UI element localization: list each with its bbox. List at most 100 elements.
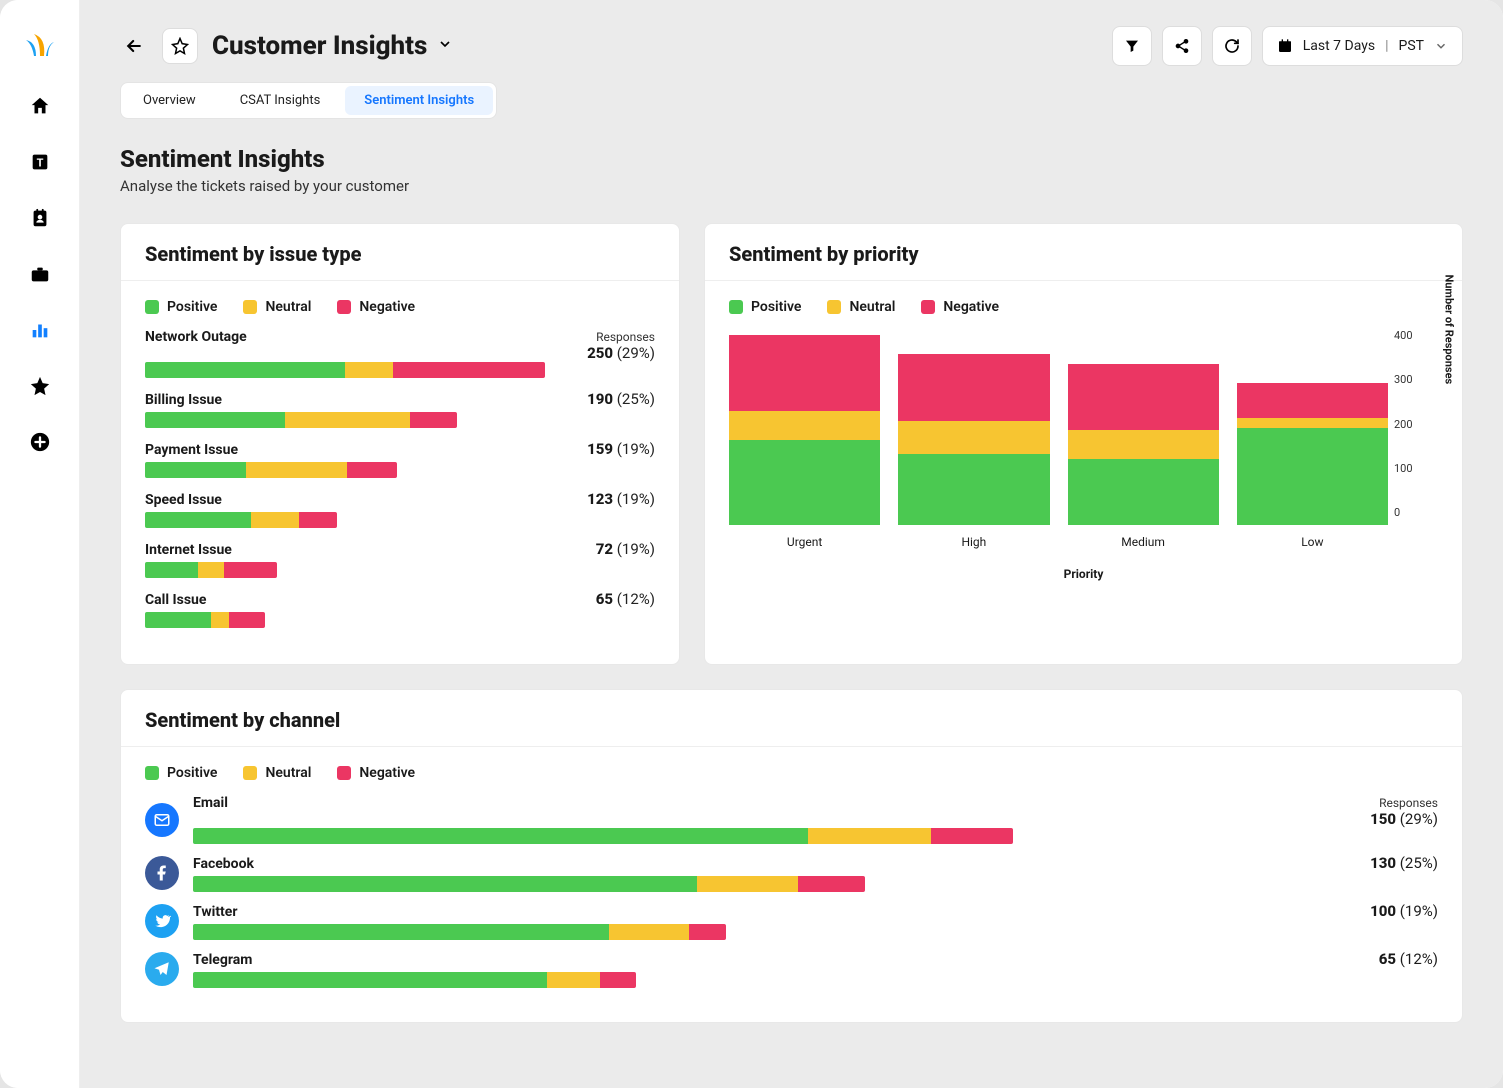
- bar-positive: [193, 828, 808, 844]
- channel-row: Twitter100 (19%): [145, 902, 1438, 940]
- responses-label: Responses: [1370, 796, 1438, 810]
- nav-home-icon[interactable]: [28, 94, 52, 118]
- telegram-icon: [145, 952, 179, 986]
- card-title: Sentiment by channel: [145, 708, 1438, 732]
- svg-text:T: T: [36, 157, 43, 170]
- title-chevron-icon[interactable]: [437, 36, 453, 56]
- issue-row: Billing Issue190 (25%): [145, 390, 655, 428]
- bar-negative: [689, 924, 726, 940]
- tab-csat-insights[interactable]: CSAT Insights: [218, 83, 343, 118]
- issue-value: 123 (19%): [587, 490, 655, 508]
- top-left: Customer Insights: [120, 28, 453, 64]
- sentiment-by-issue-card: Sentiment by issue type PositiveNeutralN…: [120, 223, 680, 665]
- issue-bar: [145, 512, 337, 528]
- tab-bar: OverviewCSAT InsightsSentiment Insights: [120, 82, 497, 119]
- nav-text-icon[interactable]: T: [28, 150, 52, 174]
- channel-bar: [193, 876, 865, 892]
- share-button[interactable]: [1162, 26, 1202, 66]
- swatch-positive: [729, 300, 743, 314]
- channel-bar: [193, 972, 636, 988]
- nav-briefcase-icon[interactable]: [28, 262, 52, 286]
- legend-negative: Negative: [337, 299, 415, 315]
- legend-negative: Negative: [921, 299, 999, 315]
- section-title: Sentiment Insights: [120, 145, 1463, 173]
- legend-neutral: Neutral: [827, 299, 895, 315]
- bar-positive: [145, 512, 251, 528]
- legend-positive: Positive: [145, 765, 217, 781]
- bar-neutral: [609, 924, 689, 940]
- swatch-positive: [145, 766, 159, 780]
- issue-row: Internet Issue72 (19%): [145, 540, 655, 578]
- y-tick: 200: [1394, 418, 1413, 431]
- responses-label: Responses: [587, 330, 655, 344]
- issue-value: 72 (19%): [596, 540, 655, 558]
- issue-row: Speed Issue123 (19%): [145, 490, 655, 528]
- legend-positive: Positive: [729, 299, 801, 315]
- issue-name: Payment Issue: [145, 442, 238, 458]
- legend-negative: Negative: [337, 765, 415, 781]
- channel-value: 150 (29%): [1370, 810, 1438, 828]
- bar-negative: [931, 828, 1013, 844]
- card-title: Sentiment by priority: [729, 242, 1438, 266]
- priority-column: High: [898, 354, 1049, 549]
- tab-overview[interactable]: Overview: [121, 83, 218, 118]
- favorite-button[interactable]: [162, 28, 198, 64]
- swatch-positive: [145, 300, 159, 314]
- bar-neutral: [251, 512, 299, 528]
- nav-chart-icon[interactable]: [28, 318, 52, 342]
- tab-sentiment-insights[interactable]: Sentiment Insights: [345, 86, 493, 115]
- issue-bar: [145, 612, 265, 628]
- calendar-icon: [1277, 38, 1293, 54]
- bar-neutral: [697, 876, 798, 892]
- priority-column: Low: [1237, 383, 1388, 550]
- channel-name: Email: [193, 795, 228, 811]
- timezone-label: PST: [1399, 38, 1425, 54]
- title-wrap: Customer Insights: [212, 31, 453, 61]
- legend: Positive Neutral Negative: [729, 299, 1438, 315]
- refresh-button[interactable]: [1212, 26, 1252, 66]
- nav-add-icon[interactable]: [28, 430, 52, 454]
- priority-label: Medium: [1121, 535, 1165, 549]
- priority-chart: UrgentHighMediumLow4003002001000: [729, 329, 1438, 549]
- channel-value: 65 (12%): [1379, 950, 1438, 968]
- issue-bar: [145, 462, 397, 478]
- bar-negative: [224, 562, 277, 578]
- filter-button[interactable]: [1112, 26, 1152, 66]
- bar-neutral: [898, 421, 1049, 454]
- email-icon: [145, 803, 179, 837]
- bar-positive: [145, 462, 246, 478]
- bar-negative: [347, 462, 397, 478]
- bar-positive: [1068, 459, 1219, 526]
- bar-negative: [229, 612, 265, 628]
- y-tick: 300: [1394, 373, 1413, 386]
- bar-negative: [299, 512, 337, 528]
- channel-row: Email Responses150 (29%): [145, 795, 1438, 844]
- swatch-negative: [921, 300, 935, 314]
- legend: PositiveNeutralNegative: [145, 765, 1438, 781]
- issue-row: Payment Issue159 (19%): [145, 440, 655, 478]
- channel-name: Telegram: [193, 952, 252, 968]
- bar-positive: [193, 972, 547, 988]
- nav-star-icon[interactable]: [28, 374, 52, 398]
- page-title: Customer Insights: [212, 31, 427, 61]
- priority-bar: [729, 335, 880, 525]
- bar-neutral: [246, 462, 347, 478]
- bar-neutral: [808, 828, 931, 844]
- nav-contacts-icon[interactable]: [28, 206, 52, 230]
- date-range-button[interactable]: Last 7 Days | PST: [1262, 26, 1463, 66]
- back-button[interactable]: [120, 32, 148, 60]
- y-tick: 400: [1394, 329, 1413, 342]
- issue-bar: [145, 412, 457, 428]
- channel-bar: [193, 828, 1013, 844]
- priority-column: Urgent: [729, 335, 880, 549]
- bar-negative: [798, 876, 865, 892]
- top-bar: Customer Insights Last 7 Days | PST: [120, 26, 1463, 66]
- bar-positive: [729, 440, 880, 526]
- swatch-negative: [337, 300, 351, 314]
- channel-name: Facebook: [193, 856, 254, 872]
- priority-bar: [1237, 383, 1388, 526]
- bar-positive: [145, 362, 345, 378]
- bar-neutral: [345, 362, 393, 378]
- issue-bar: [145, 562, 277, 578]
- issue-row: Network OutageResponses250 (29%): [145, 329, 655, 378]
